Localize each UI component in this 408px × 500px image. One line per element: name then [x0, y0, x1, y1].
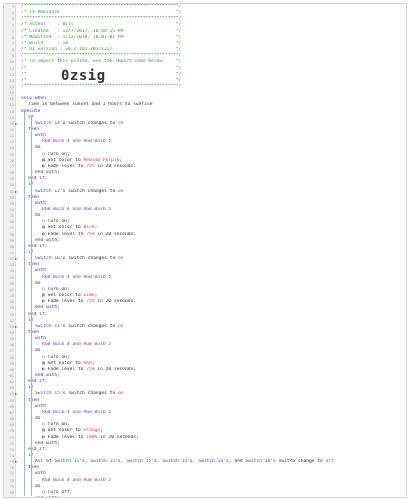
condition-marker-icon: ▶ [15, 188, 18, 194]
condition-markers: ▶ ▶ ▶ ▶ ▶ ▶ [15, 4, 20, 497]
condition-marker-icon: ▶ [15, 459, 18, 465]
condition-marker-icon: ▶ [15, 391, 18, 397]
code-line: end with; [21, 496, 404, 497]
indent-guide [24, 108, 25, 496]
import-code: 0zsig [61, 68, 106, 84]
condition-marker-icon: ▶ [15, 256, 18, 262]
condition-marker-icon: ▶ [15, 323, 18, 329]
code-editor: 1 2 3 4 5 6 7 8 9 10 11 12 13 14 15 16 17 18 19 20 21 22 23 24 2… [3, 3, 407, 498]
condition-marker-icon: ▶ [15, 120, 18, 126]
indent-guide [31, 114, 32, 496]
line-number: 81 [4, 496, 14, 497]
